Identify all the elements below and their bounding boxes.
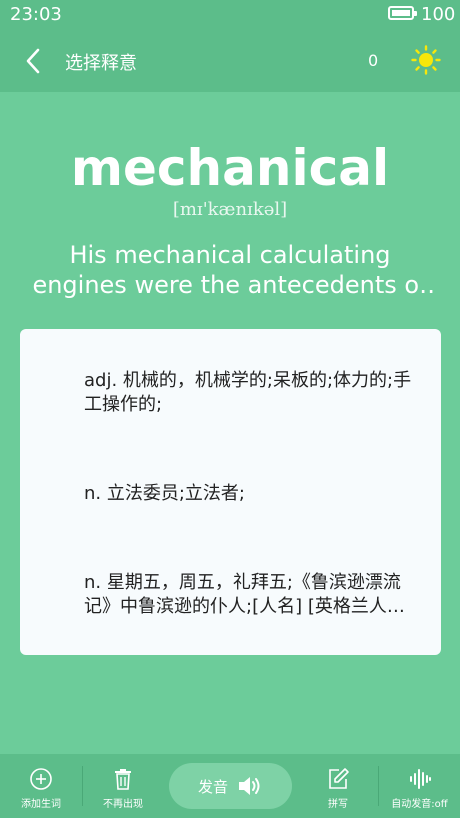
phonetic-text: [mɪ'kænɪkəl] bbox=[172, 199, 288, 220]
speak-button[interactable]: 发音 bbox=[169, 763, 292, 809]
spell-button[interactable]: 拼写 bbox=[298, 754, 378, 818]
example-sentence: His mechanical calculating engines were … bbox=[32, 241, 428, 299]
trash-icon bbox=[115, 769, 131, 790]
add-word-label: 添加生词 bbox=[21, 799, 61, 810]
spell-label: 拼写 bbox=[328, 799, 348, 810]
page-title: 选择释意 bbox=[65, 53, 137, 74]
auto-speak-toggle[interactable]: 自动发音:off bbox=[379, 754, 460, 818]
no-show-label: 不再出现 bbox=[103, 799, 143, 810]
meaning-option[interactable]: n. 立法委员;立法者; bbox=[84, 482, 412, 506]
header-bar: 选择释意 0 bbox=[0, 30, 460, 92]
meaning-option[interactable]: n. 星期五，周五，礼拜五;《鲁滨逊漂流记》中鲁滨逊的仆人;[人名] [英格兰人… bbox=[84, 571, 412, 619]
sun-icon[interactable] bbox=[411, 45, 441, 75]
edit-icon bbox=[329, 768, 349, 789]
meaning-card: adj. 机械的，机械学的;呆板的;体力的;手工操作的; n. 立法委员;立法者… bbox=[20, 329, 441, 655]
bottom-toolbar: 添加生词 不再出现 发音 拼写 自动发音:off bbox=[0, 754, 460, 818]
meaning-option[interactable]: adj. 机械的，机械学的;呆板的;体力的;手工操作的; bbox=[84, 369, 412, 417]
battery-level: 100 bbox=[421, 4, 456, 25]
battery-icon bbox=[388, 6, 417, 20]
back-arrow-icon[interactable] bbox=[22, 47, 44, 75]
auto-speak-label: 自动发音:off bbox=[391, 799, 448, 810]
status-bar: 23:03 100 bbox=[0, 0, 460, 30]
review-count: 0 bbox=[368, 51, 379, 70]
no-show-button[interactable]: 不再出现 bbox=[83, 754, 163, 818]
status-time: 23:03 bbox=[10, 4, 62, 25]
speak-label: 发音 bbox=[198, 778, 229, 796]
add-circle-icon bbox=[30, 768, 52, 790]
word-title: mechanical bbox=[70, 139, 390, 197]
add-word-button[interactable]: 添加生词 bbox=[0, 754, 82, 818]
sound-wave-icon bbox=[409, 769, 431, 789]
speaker-icon bbox=[239, 777, 260, 795]
